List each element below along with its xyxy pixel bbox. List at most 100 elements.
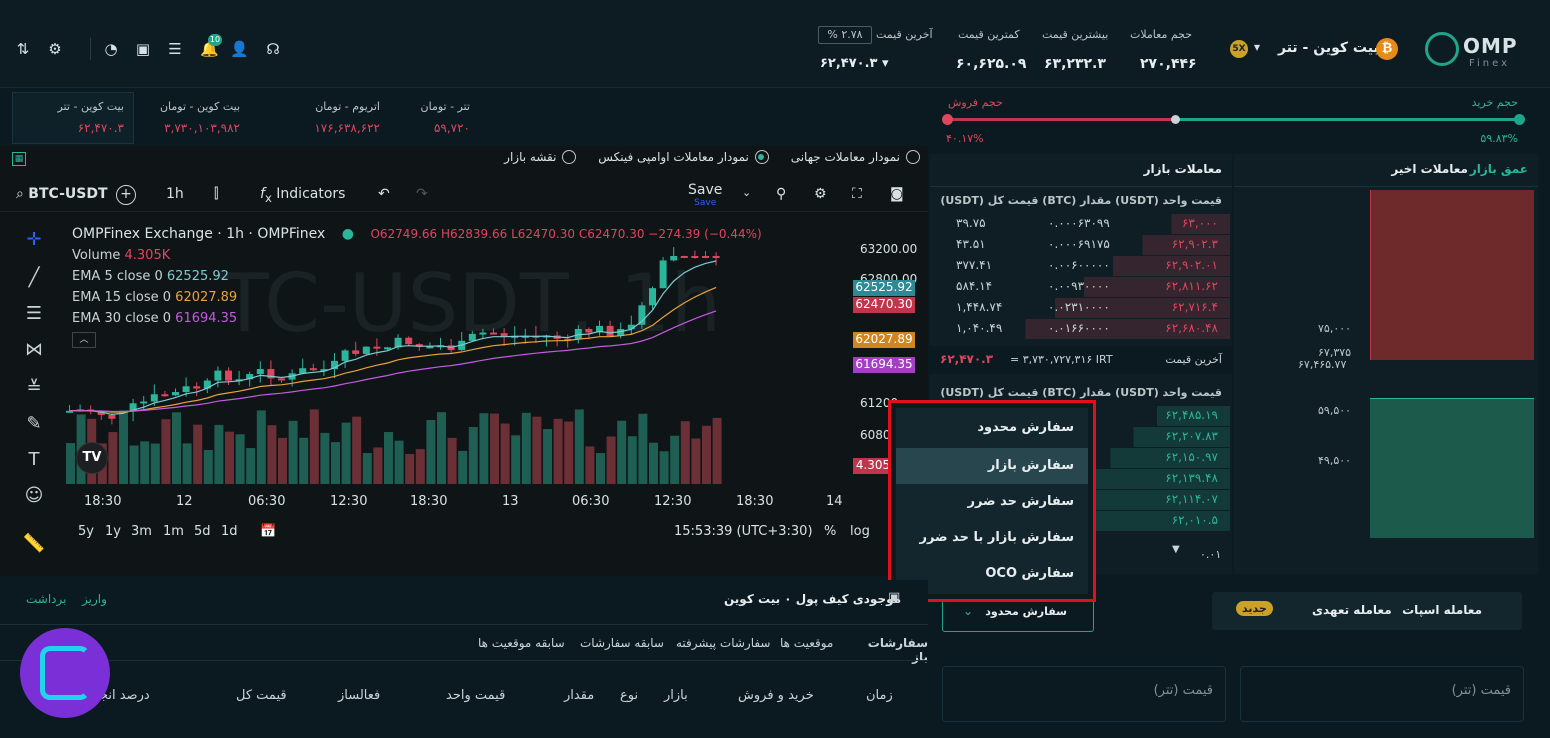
swap-icon[interactable]: ⇅ bbox=[14, 40, 32, 58]
slider-handle bbox=[942, 114, 953, 125]
ask-row[interactable]: ۶۲,۸۱۱.۶۲ ۰.۰۰۹۳۰۰۰۰ ۵۸۴.۱۴ bbox=[938, 277, 1230, 297]
wallet-icon[interactable]: ▣ bbox=[134, 40, 152, 58]
indicators-button[interactable]: fx Indicators bbox=[260, 186, 345, 205]
slider-handle bbox=[1171, 115, 1180, 124]
menu-item-stop-market[interactable]: سفارش بازار با حد ضرر bbox=[896, 520, 1088, 556]
ask-row[interactable]: ۶۲,۹۰۲.۰۱ ۰.۰۰۶۰۰۰۰۰ ۳۷۷.۴۱ bbox=[938, 256, 1230, 276]
log-scale-toggle[interactable]: log bbox=[850, 524, 870, 539]
candle-body bbox=[341, 350, 349, 361]
ask-row[interactable]: ۶۲,۶۸۰.۴۸ ۰.۰۱۶۶۰۰۰۰ ۱,۰۴۰.۴۹ bbox=[938, 319, 1230, 339]
ask-row[interactable]: ۶۲,۷۱۶.۴ ۰.۰۲۳۱۰۰۰۰ ۱,۴۴۸.۷۴ bbox=[938, 298, 1230, 318]
fullscreen-icon[interactable]: ⛶ bbox=[852, 186, 862, 202]
bitcoin-icon: ₿ bbox=[1376, 38, 1398, 60]
radio-global-chart[interactable]: نمودار معاملات جهانی bbox=[791, 150, 920, 164]
pair-tab-eth-irt[interactable]: اتریوم - تومان ۱۷۶,۶۳۸,۶۲۲ bbox=[280, 96, 390, 144]
pair-selector[interactable]: بیت کوین - تتر bbox=[1278, 40, 1379, 56]
menu-item-limit-order[interactable]: سفارش محدود bbox=[896, 410, 1088, 446]
timeframe-3m[interactable]: 3m bbox=[131, 524, 152, 539]
chevron-down-icon[interactable]: ▾ bbox=[1254, 40, 1260, 54]
withdraw-link[interactable]: برداشت bbox=[26, 592, 66, 606]
pattern-icon[interactable]: ⋈ bbox=[22, 338, 46, 362]
emoji-icon[interactable]: ☺ bbox=[22, 484, 46, 508]
price-input-buy[interactable]: قیمت (تتر) bbox=[1240, 666, 1524, 722]
collapse-legend-icon[interactable]: ︿ bbox=[72, 332, 96, 348]
buy-volume-fill bbox=[1176, 118, 1520, 121]
interval-selector[interactable]: 1h bbox=[166, 186, 184, 202]
ask-row[interactable]: ۶۲,۹۰۲.۳ ۰.۰۰۰۶۹۱۷۵ ۴۳.۵۱ bbox=[938, 235, 1230, 255]
radio-market-map[interactable]: نقشه بازار bbox=[504, 150, 577, 164]
redo-icon[interactable]: ↷ bbox=[416, 186, 428, 202]
tab-market-depth[interactable]: عمق بازار bbox=[1470, 162, 1528, 176]
volume-bar bbox=[405, 453, 415, 484]
prediction-icon[interactable]: ≚ bbox=[22, 376, 46, 400]
time-tick: 18:30 bbox=[410, 494, 448, 509]
speedometer-icon[interactable]: ◔ bbox=[102, 40, 120, 58]
book-total: ۵۸۴.۱۴ bbox=[956, 279, 993, 293]
last-price-irt: = ۳,۷۳۰,۷۲۷,۳۱۶ IRT bbox=[1010, 353, 1113, 366]
symbol-search[interactable]: ⌕ BTC-USDT bbox=[16, 186, 108, 202]
pair-tab-btc-usdt-content[interactable]: بیت کوین - تتر ۶۲,۴۷۰.۳ bbox=[14, 96, 134, 144]
volume-bar bbox=[479, 413, 489, 484]
timeframe-1d[interactable]: 1d bbox=[221, 524, 238, 539]
fib-icon[interactable]: ☰ bbox=[22, 302, 46, 326]
candle-body bbox=[161, 394, 169, 397]
precision-selector[interactable]: ۰.۰۱ bbox=[1200, 548, 1221, 561]
omp-logo[interactable]: OMP Finex bbox=[1425, 32, 1525, 72]
tab-positions[interactable]: موقعیت ها bbox=[780, 636, 833, 650]
pair-name: اتریوم - تومان bbox=[315, 100, 380, 113]
date-range-icon[interactable]: 📅 bbox=[260, 524, 276, 539]
tab-position-history[interactable]: سابقه موقعیت ها bbox=[478, 636, 565, 650]
tradingview-logo-icon[interactable]: TV bbox=[76, 442, 108, 474]
pair-tab-btc-irt[interactable]: بیت کوین - تومان ۳,۷۳۰,۱۰۳,۹۸۲ bbox=[140, 96, 250, 144]
radio-ompfinex-chart[interactable]: نمودار معاملات اوامپی فینکس bbox=[598, 150, 769, 164]
price-placeholder: قیمت (تتر) bbox=[1451, 683, 1511, 698]
site-watermark-logo bbox=[20, 628, 110, 718]
volume-bar bbox=[172, 412, 181, 484]
ruler-icon[interactable]: 📏 bbox=[22, 532, 46, 556]
tab-order-history[interactable]: سابقه سفارشات bbox=[580, 636, 664, 650]
pair-tab-usdt-irt[interactable]: تتر - تومان ۵۹,۷۲۰ bbox=[400, 96, 480, 144]
user-icon[interactable]: 👤 bbox=[230, 40, 249, 58]
add-symbol-icon[interactable]: + bbox=[116, 185, 136, 205]
chart-mode-selector: نمودار معاملات جهانی نمودار معاملات اوام… bbox=[440, 150, 920, 170]
tab-advanced-orders[interactable]: سفارشات پیشرفته bbox=[676, 636, 770, 650]
tab-spot[interactable]: معامله اسپات bbox=[1402, 603, 1482, 617]
gear-icon[interactable]: ⚙ bbox=[46, 40, 64, 58]
chevron-down-icon[interactable]: ⌄ bbox=[742, 186, 751, 199]
menu-item-market-order[interactable]: سفارش بازار bbox=[896, 448, 1088, 484]
tab-recent-trades[interactable]: معاملات اخیر bbox=[1391, 162, 1468, 176]
grid-layout-icon[interactable]: ▦ bbox=[12, 152, 26, 166]
timeframe-5y[interactable]: 5y bbox=[78, 524, 94, 539]
percent-scale-toggle[interactable]: % bbox=[824, 524, 836, 539]
brush-icon[interactable]: ✎ bbox=[22, 412, 46, 436]
undo-icon[interactable]: ↶ bbox=[378, 186, 390, 202]
timeframe-1y[interactable]: 1y bbox=[105, 524, 121, 539]
trendline-icon[interactable]: ╱ bbox=[22, 266, 46, 290]
volume-bar bbox=[267, 425, 277, 484]
volume-bar bbox=[468, 426, 478, 484]
candle-body bbox=[214, 370, 222, 381]
quick-search-icon[interactable]: ⚲ bbox=[776, 186, 786, 202]
notification-badge: 10 bbox=[208, 34, 222, 46]
timeframe-1m[interactable]: 1m bbox=[163, 524, 184, 539]
text-icon[interactable]: T bbox=[22, 448, 46, 472]
ask-row[interactable]: ۶۳,۰۰۰ ۰.۰۰۰۶۳۰۹۹ ۳۹.۷۵ bbox=[938, 214, 1230, 234]
book-total: ۳۷۷.۴۱ bbox=[956, 258, 993, 272]
price-input-sell[interactable]: قیمت (تتر) bbox=[942, 666, 1226, 722]
menu-item-stop-loss[interactable]: سفارش حد ضرر bbox=[896, 484, 1088, 520]
timeframe-5d[interactable]: 5d bbox=[194, 524, 211, 539]
settings-icon[interactable]: ⚙ bbox=[814, 186, 827, 202]
headset-icon[interactable]: ☊ bbox=[264, 40, 282, 58]
save-button[interactable]: Save Save bbox=[688, 182, 722, 208]
candles-icon[interactable]: ⫿ bbox=[214, 186, 218, 202]
sell-volume-pct: ۴۰.۱۷% bbox=[946, 132, 984, 145]
document-icon[interactable]: ☰ bbox=[166, 40, 184, 58]
chevron-down-icon[interactable]: ▼ bbox=[1172, 544, 1180, 555]
leverage-badge[interactable]: 5X bbox=[1230, 40, 1248, 58]
time-tick: 14 bbox=[826, 494, 843, 509]
crosshair-icon[interactable]: ✛ bbox=[22, 228, 46, 252]
divider bbox=[930, 186, 1232, 187]
camera-icon[interactable]: ◙ bbox=[890, 186, 904, 202]
deposit-link[interactable]: واریز bbox=[82, 592, 107, 606]
tab-margin[interactable]: معامله تعهدی bbox=[1312, 603, 1392, 617]
